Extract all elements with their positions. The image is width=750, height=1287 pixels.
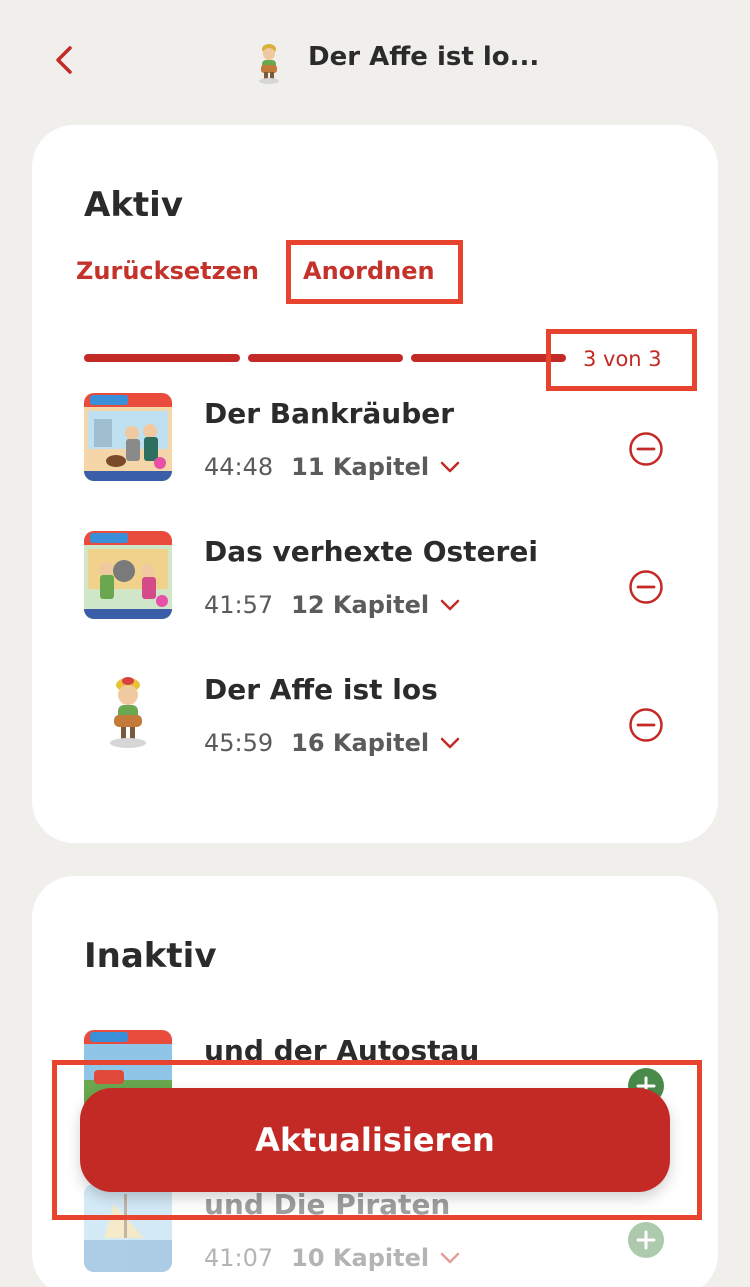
inactive-section-title: Inaktiv (84, 936, 217, 976)
track-chapters-toggle[interactable]: 16 Kapitel (291, 729, 429, 757)
track-title: Der Bankräuber (204, 397, 455, 430)
highlight-box-count (546, 329, 697, 391)
active-section-title: Aktiv (84, 185, 183, 225)
reset-button[interactable]: Zurücksetzen (76, 257, 259, 285)
track-meta: 44:48 11 Kapitel (204, 453, 461, 481)
track-duration: 41:07 (204, 1244, 274, 1272)
track-meta: 41:07 10 Kapitel (204, 1244, 461, 1272)
track-cover-image (84, 393, 172, 481)
plus-circle-icon[interactable] (628, 1222, 664, 1258)
track-duration: 45:59 (204, 729, 274, 757)
character-figure-icon (252, 40, 286, 84)
chevron-down-icon[interactable] (439, 1251, 461, 1265)
chevron-down-icon[interactable] (439, 736, 461, 750)
track-row: Der Bankräuber 44:48 11 Kapitel (84, 393, 674, 493)
active-section-card: Aktiv Zurücksetzen Anordnen 3 von 3 Der … (32, 125, 718, 843)
progress-segment (84, 354, 240, 362)
track-cover-image (84, 531, 172, 619)
track-row: Das verhexte Osterei 41:57 12 Kapitel (84, 531, 674, 631)
track-chapters-toggle[interactable]: 10 Kapitel (291, 1244, 429, 1272)
minus-circle-icon[interactable] (628, 707, 664, 743)
track-title: Das verhexte Osterei (204, 535, 538, 568)
track-chapters-toggle[interactable]: 11 Kapitel (291, 453, 429, 481)
track-duration: 41:57 (204, 591, 274, 619)
progress-segment (248, 354, 403, 362)
minus-circle-icon[interactable] (628, 569, 664, 605)
progress-segment (411, 354, 566, 362)
track-cover-image (84, 669, 172, 757)
track-row: Der Affe ist los 45:59 16 Kapitel (84, 669, 674, 769)
chevron-down-icon[interactable] (439, 598, 461, 612)
page-title: Der Affe ist lo... (308, 42, 540, 72)
track-chapters-toggle[interactable]: 12 Kapitel (291, 591, 429, 619)
track-duration: 44:48 (204, 453, 274, 481)
chevron-left-icon (56, 46, 72, 74)
back-button[interactable] (48, 40, 84, 80)
track-meta: 41:57 12 Kapitel (204, 591, 461, 619)
track-title: Der Affe ist los (204, 673, 438, 706)
minus-circle-icon[interactable] (628, 431, 664, 467)
highlight-box-arrange (286, 240, 463, 304)
chevron-down-icon[interactable] (439, 460, 461, 474)
track-meta: 45:59 16 Kapitel (204, 729, 461, 757)
highlight-box-update (52, 1060, 702, 1220)
header-bar: Der Affe ist lo... (0, 0, 750, 120)
